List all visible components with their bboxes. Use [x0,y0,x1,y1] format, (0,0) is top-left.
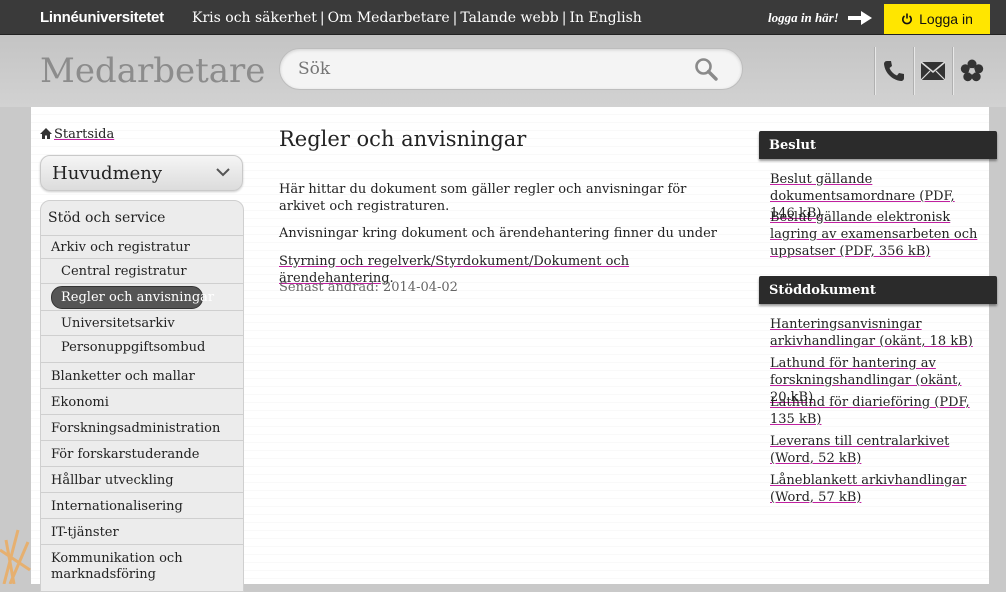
page-title: Regler och anvisningar [279,127,527,151]
sidebar-item-label: Universitetsarkiv [61,316,175,331]
stod-title: Stöddokument [769,283,876,298]
sidebar-item-universitetsarkiv[interactable]: Universitetsarkiv [41,311,243,336]
about-link[interactable]: Om Medarbetare [328,10,450,26]
university-logo[interactable]: Linnéuniversitetet [40,9,164,26]
sidebar-item-label: Regler och anvisningar [61,290,215,305]
sidebar-item-label: Internationalisering [51,499,183,514]
stod-link[interactable]: Hanteringsanvisningar arkivhandlingar (o… [770,316,982,350]
login-label: Logga in [919,11,973,27]
sidebar-item-kommunikation[interactable]: Kommunikation och marknadsföring [41,545,243,591]
stod-link[interactable]: Låneblankett arkivhandlingar (Word, 57 k… [770,472,982,506]
sidebar-item-internationalisering[interactable]: Internationalisering [41,493,243,519]
sidebar-item-label: Blanketter och mallar [51,369,195,384]
sidebar-item-label: Hållbar utveckling [51,473,174,488]
main-menu-toggle[interactable]: Huvudmeny [40,155,243,191]
sidebar-item-label: IT-tjänster [51,525,119,540]
phone-button[interactable] [876,51,912,91]
sidebar-item-label: För forskarstuderande [51,447,200,462]
home-label: Startsida [54,127,115,142]
top-links: Kris och säkerhet | Om Medarbetare | Talande… [192,10,642,26]
site-title[interactable]: Medarbetare [40,51,265,91]
sidebar-item-label: Arkiv och registratur [51,240,190,255]
english-link[interactable]: In English [569,10,641,26]
home-icon [40,128,52,139]
beslut-header: Beslut [759,131,997,159]
chevron-down-icon [216,168,230,177]
mail-icon [920,61,946,81]
sidebar-nav: Stöd och service Arkiv och registratur C… [40,200,244,592]
sidebar-item-forskarstuderande[interactable]: För forskarstuderande [41,441,243,467]
sidebar-item-label: Kommunikation och marknadsföring [51,551,183,582]
mail-button[interactable] [915,51,951,91]
site-header: Medarbetare [0,35,1006,107]
stod-header: Stöddokument [759,276,997,304]
flower-button[interactable] [954,51,990,91]
sidebar-item-it[interactable]: IT-tjänster [41,519,243,545]
crisis-link[interactable]: Kris och säkerhet [192,10,317,26]
power-icon [902,13,913,25]
flower-icon [960,59,984,82]
sidebar-item-label: Central registratur [61,264,187,279]
sidebar-item-label: Ekonomi [51,395,109,410]
main-menu-label: Huvudmeny [52,163,163,184]
decorative-graphic [0,529,31,584]
sidebar-item-label: Personuppgiftsombud [61,340,206,355]
last-updated: Senast ändrad: 2014-04-02 [279,280,458,295]
sidebar-item-forskningsadministration[interactable]: Forskningsadministration [41,415,243,441]
home-link[interactable]: Startsida [40,127,114,142]
sidebar-item-personuppgiftsombud[interactable]: Personuppgiftsombud [41,336,243,363]
sidebar-item-hallbar[interactable]: Hållbar utveckling [41,467,243,493]
intro-paragraph: Här hittar du dokument som gäller regler… [279,182,687,214]
sidebar-item-ekonomi[interactable]: Ekonomi [41,389,243,415]
sidebar-item-arkiv[interactable]: Arkiv och registratur [41,236,243,259]
separator: | [452,10,458,26]
login-button[interactable]: Logga in [884,4,990,34]
sidebar-item-regler[interactable]: Regler och anvisningar [41,284,243,311]
instruction-paragraph: Anvisningar kring dokument och ärendehan… [279,226,718,241]
beslut-link[interactable]: Beslut gällande elektronisk lagring av e… [770,209,982,260]
stod-link[interactable]: Leverans till centralarkivet (Word, 52 k… [770,433,982,467]
sidebar-item-blanketter[interactable]: Blanketter och mallar [41,363,243,389]
search-input[interactable] [296,58,680,80]
beslut-title: Beslut [769,138,816,153]
separator: | [561,10,567,26]
phone-icon [884,61,904,81]
sidebar-item-central-registratur[interactable]: Central registratur [41,259,243,284]
arrow-right-icon [848,11,872,25]
login-hint: logga in här! [768,10,839,25]
sidebar-item-label: Forskningsadministration [51,421,221,436]
separator: | [319,10,325,26]
sidebar-item-stod[interactable]: Stöd och service [41,201,243,236]
top-bar: Linnéuniversitetet Kris och säkerhet | Om … [0,0,1006,35]
page-content: Startsida Huvudmeny Stöd och service Ark… [31,107,997,592]
search-icon[interactable] [694,57,718,81]
sidebar-item-label: Stöd och service [48,210,166,226]
stod-link[interactable]: Lathund för diarieföring (PDF, 135 kB) [770,394,982,428]
talking-web-link[interactable]: Talande webb [460,10,558,26]
search-box [279,48,743,90]
